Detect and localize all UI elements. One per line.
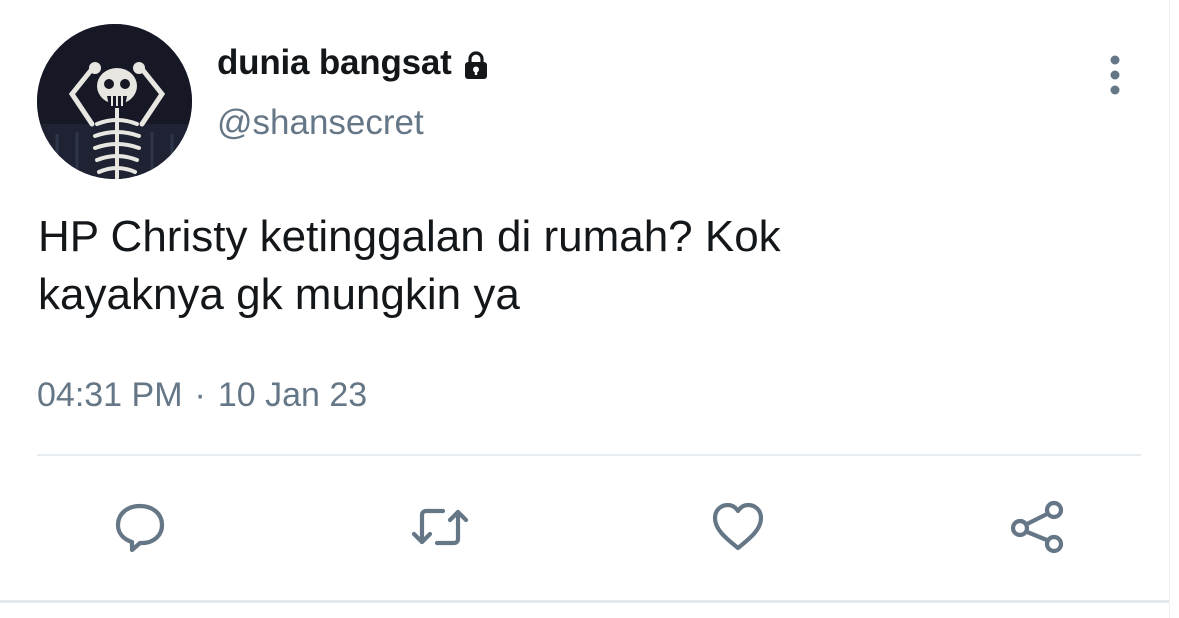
like-button[interactable] bbox=[705, 494, 771, 560]
scrollbar-edge bbox=[1169, 0, 1179, 618]
avatar-skeleton-image bbox=[37, 24, 192, 179]
tweet-text: HP Christy ketinggalan di rumah? Kok kay… bbox=[38, 208, 1138, 324]
author-name-row[interactable]: dunia bangsat bbox=[217, 40, 492, 86]
reply-icon bbox=[115, 503, 165, 553]
author-display-name[interactable]: dunia bangsat bbox=[217, 43, 452, 83]
tweet-text-line: HP Christy ketinggalan di rumah? Kok bbox=[38, 212, 781, 261]
retweet-icon bbox=[411, 508, 469, 546]
lock-icon bbox=[460, 49, 492, 81]
share-button[interactable] bbox=[1004, 494, 1070, 560]
tweet-timestamp[interactable]: 04:31 PM · 10 Jan 23 bbox=[37, 376, 367, 415]
tweet-date: 10 Jan 23 bbox=[217, 376, 368, 414]
reply-button[interactable] bbox=[107, 494, 173, 560]
tweet-card: dunia bangsat @shansecret HP Christy ket… bbox=[0, 0, 1170, 603]
tweet-time: 04:31 PM bbox=[37, 376, 183, 414]
tweet-text-line: kayaknya gk mungkin ya bbox=[38, 270, 520, 319]
share-icon bbox=[1010, 500, 1064, 554]
heart-icon bbox=[712, 502, 764, 551]
timestamp-separator: · bbox=[194, 376, 206, 414]
more-vertical-icon[interactable] bbox=[1098, 54, 1132, 96]
author-handle[interactable]: @shansecret bbox=[217, 103, 424, 143]
retweet-button[interactable] bbox=[407, 494, 473, 560]
avatar[interactable] bbox=[37, 24, 192, 179]
divider bbox=[37, 454, 1141, 456]
